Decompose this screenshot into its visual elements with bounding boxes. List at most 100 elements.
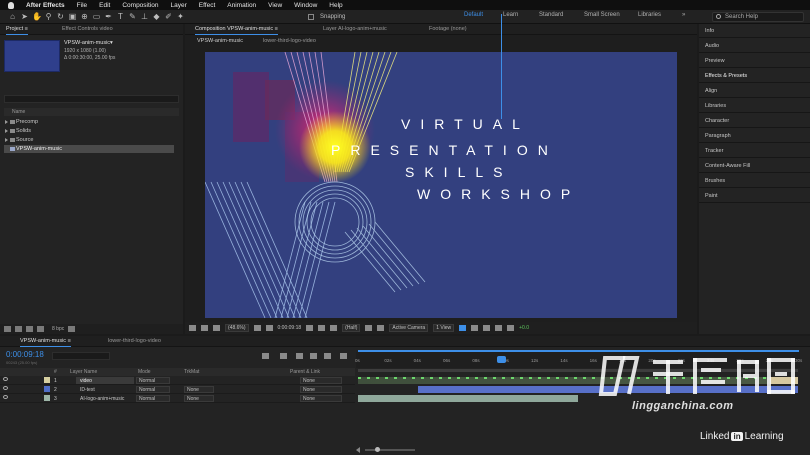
tab-effect-controls[interactable]: Effect Controls video: [62, 26, 113, 32]
subtab-vpsw-anim-music[interactable]: VPSW-anim-music: [197, 38, 243, 44]
rectangle-tool-icon[interactable]: ▭: [92, 12, 101, 21]
visibility-eye-icon[interactable]: [3, 386, 8, 390]
menu-effect[interactable]: Effect: [199, 2, 216, 9]
layer-name[interactable]: video: [80, 377, 92, 385]
composition-viewer[interactable]: VIRTUAL PRESENTATION SKILLS WORKSHOP: [205, 52, 677, 318]
graph-editor-icon[interactable]: [340, 353, 347, 359]
panel-libraries[interactable]: Libraries: [699, 99, 810, 113]
layer-mode-dropdown[interactable]: Normal: [136, 377, 170, 384]
menu-view[interactable]: View: [268, 2, 282, 9]
project-search-input[interactable]: [4, 95, 179, 103]
visibility-eye-icon[interactable]: [3, 395, 8, 399]
column-trkmat[interactable]: TrkMat: [184, 368, 199, 376]
layer-name[interactable]: ID-text: [80, 386, 95, 394]
home-icon[interactable]: ⌂: [8, 12, 17, 21]
panel-tracker[interactable]: Tracker: [699, 144, 810, 158]
views-dropdown[interactable]: 1 View: [433, 324, 455, 332]
toggle-pixel-aspect-icon[interactable]: [459, 325, 467, 331]
clone-tool-icon[interactable]: ⊥: [140, 12, 149, 21]
tab-composition[interactable]: Composition VPSW-anim-music ≡: [195, 26, 278, 35]
rotate-tool-icon[interactable]: ↻: [56, 12, 65, 21]
panel-align[interactable]: Align: [699, 84, 810, 98]
project-comp-name[interactable]: VPSW-anim-music▾: [64, 40, 113, 46]
expand-arrow-icon[interactable]: [5, 129, 8, 133]
label-color-swatch[interactable]: [44, 386, 50, 392]
mask-visibility-icon[interactable]: [265, 325, 273, 331]
fast-previews-icon[interactable]: [471, 325, 479, 331]
flowchart-icon[interactable]: [495, 325, 503, 331]
timeline-tab-vpsw-anim-music[interactable]: VPSW-anim-music ≡: [20, 338, 71, 347]
frame-blending-icon[interactable]: [310, 353, 317, 359]
menu-composition[interactable]: Composition: [122, 2, 158, 9]
selection-tool-icon[interactable]: ➤: [20, 12, 29, 21]
reset-exposure-icon[interactable]: [507, 325, 515, 331]
layer-bar-ai-logo[interactable]: [358, 395, 578, 402]
shy-layers-icon[interactable]: [296, 353, 303, 359]
brush-tool-icon[interactable]: ✎: [128, 12, 137, 21]
menu-animation[interactable]: Animation: [227, 2, 256, 9]
always-preview-icon[interactable]: [189, 325, 196, 331]
snapping-checkbox[interactable]: [308, 14, 314, 20]
camera-dropdown[interactable]: Active Camera: [389, 324, 429, 332]
workspace-libraries[interactable]: Libraries: [638, 12, 661, 18]
type-tool-icon[interactable]: T: [116, 12, 125, 21]
label-color-swatch[interactable]: [44, 377, 50, 383]
timeline-zoom-slider[interactable]: [365, 447, 415, 452]
tab-layer[interactable]: Layer AI-logo-anim+music: [323, 26, 387, 32]
layer-parent-dropdown[interactable]: None: [300, 395, 342, 402]
monitor-icon[interactable]: [201, 325, 208, 331]
zoom-dropdown[interactable]: (48.6%): [225, 324, 249, 332]
bit-depth-label[interactable]: 8 bpc: [52, 326, 64, 332]
panel-paragraph[interactable]: Paragraph: [699, 129, 810, 143]
layer-parent-dropdown[interactable]: None: [300, 377, 342, 384]
playhead-line[interactable]: [501, 14, 502, 119]
roi-icon[interactable]: [365, 325, 373, 331]
resolution-dropdown[interactable]: (Half): [342, 324, 361, 332]
panel-paint[interactable]: Paint: [699, 189, 810, 203]
current-time[interactable]: 0:00:09:18: [278, 325, 302, 331]
expand-arrow-icon[interactable]: [5, 138, 8, 142]
layer-mode-dropdown[interactable]: Normal: [136, 386, 170, 393]
project-item-precomp[interactable]: Precomp: [4, 118, 174, 126]
project-item-solids[interactable]: Solids: [4, 127, 174, 135]
draft-3d-icon[interactable]: [280, 353, 287, 359]
exposure-value[interactable]: +0.0: [519, 325, 529, 331]
menu-app-name[interactable]: After Effects: [26, 2, 65, 9]
layer-trkmat-dropdown[interactable]: None: [184, 386, 214, 393]
interpret-footage-icon[interactable]: [4, 326, 11, 332]
layer-row-1[interactable]: 1 video Normal None: [0, 377, 355, 385]
menu-edit[interactable]: Edit: [99, 2, 110, 9]
panel-info[interactable]: Info: [699, 24, 810, 38]
camera-tool-icon[interactable]: ▣: [68, 12, 77, 21]
workspace-default[interactable]: Default: [464, 12, 483, 18]
project-item-source[interactable]: Source: [4, 136, 174, 144]
zoom-out-icon[interactable]: [356, 447, 360, 453]
workspace-small-screen[interactable]: Small Screen: [584, 12, 620, 18]
column-parent-link[interactable]: Parent & Link: [290, 368, 320, 376]
layer-row-2[interactable]: 2 ID-text Normal None None: [0, 386, 355, 394]
menu-file[interactable]: File: [77, 2, 87, 9]
grid-icon[interactable]: [253, 325, 261, 331]
show-snapshot-icon[interactable]: [318, 325, 326, 331]
project-settings-icon[interactable]: [37, 326, 44, 332]
layer-mode-dropdown[interactable]: Normal: [136, 395, 170, 402]
menu-layer[interactable]: Layer: [170, 2, 186, 9]
pan-behind-tool-icon[interactable]: ⊕: [80, 12, 89, 21]
column-name[interactable]: Name: [12, 109, 25, 115]
new-folder-icon[interactable]: [15, 326, 22, 332]
panel-effects-presets[interactable]: Effects & Presets: [699, 69, 810, 83]
project-item-vpsw-anim-music[interactable]: VPSW-anim-music: [4, 145, 174, 153]
hand-tool-icon[interactable]: ✋: [32, 12, 42, 21]
panel-preview[interactable]: Preview: [699, 54, 810, 68]
timeline-icon[interactable]: [483, 325, 491, 331]
label-color-swatch[interactable]: [44, 395, 50, 401]
playhead-handle[interactable]: [497, 356, 506, 363]
puppet-tool-icon[interactable]: ✦: [176, 12, 185, 21]
tab-project[interactable]: Project ≡: [6, 26, 28, 35]
workspace-standard[interactable]: Standard: [539, 12, 563, 18]
new-composition-icon[interactable]: [26, 326, 33, 332]
layer-parent-dropdown[interactable]: None: [300, 386, 342, 393]
snapshot-icon[interactable]: [306, 325, 314, 331]
panel-content-aware-fill[interactable]: Content-Aware Fill: [699, 159, 810, 173]
roto-brush-tool-icon[interactable]: ✐: [164, 12, 173, 21]
